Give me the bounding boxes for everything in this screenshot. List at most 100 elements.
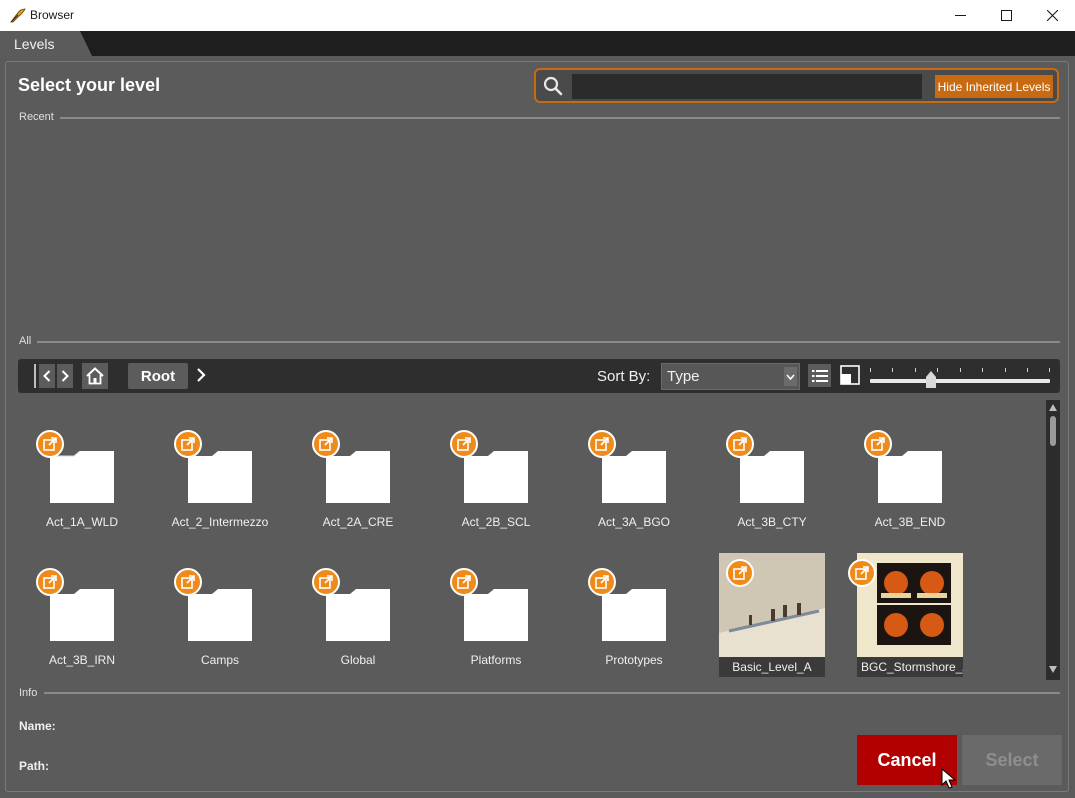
list-view-button[interactable]: [808, 364, 831, 387]
scrollbar-thumb[interactable]: [1050, 416, 1056, 446]
slider-track[interactable]: [870, 379, 1050, 383]
folder-icon: [188, 589, 252, 641]
sort-by-label: Sort By:: [597, 368, 651, 385]
nav-buttons: [34, 364, 73, 388]
home-icon: [86, 367, 104, 385]
folder-icon: [602, 451, 666, 503]
item-name: Act_3B_CTY: [737, 515, 807, 529]
scroll-down-icon[interactable]: [1049, 666, 1057, 673]
search-input[interactable]: [572, 74, 922, 99]
folder-icon: [50, 589, 114, 641]
chevron-right-icon[interactable]: [196, 367, 206, 383]
back-icon: [43, 370, 51, 382]
external-link-icon: [312, 430, 340, 458]
level-item[interactable]: BGC_Stormshore_A: [844, 553, 968, 683]
feather-icon: [10, 8, 26, 23]
folder-icon: [740, 451, 804, 503]
folder-item[interactable]: Prototypes: [572, 549, 696, 679]
external-link-icon: [726, 430, 754, 458]
page-title: Select your level: [18, 75, 161, 95]
sort-by-select[interactable]: Type: [661, 363, 800, 390]
all-divider: [37, 341, 1060, 343]
info-section-label: Info: [19, 687, 38, 699]
recent-list: [18, 124, 1060, 334]
back-button[interactable]: [39, 364, 55, 388]
folder-icon: [602, 589, 666, 641]
recent-divider: [60, 117, 1060, 119]
item-name: Act_2A_CRE: [322, 515, 394, 529]
folder-item[interactable]: Camps: [158, 549, 282, 679]
dropdown-button[interactable]: [784, 367, 797, 386]
folder-icon: [464, 589, 528, 641]
folder-item[interactable]: Act_3A_BGO: [572, 411, 696, 541]
info-path-label: Path:: [19, 759, 49, 773]
item-name: BGC_Stormshore_A: [857, 657, 963, 677]
browser-toolbar: Root Sort By: Type: [18, 359, 1060, 393]
all-section-label: All: [19, 335, 32, 347]
level-item[interactable]: Basic_Level_A: [706, 553, 830, 683]
thumbnail-size-icon[interactable]: [840, 365, 860, 385]
folder-item[interactable]: Global: [296, 549, 420, 679]
breadcrumb-root[interactable]: Root: [128, 363, 188, 389]
item-name: Act_1A_WLD: [45, 515, 119, 529]
hide-inherited-levels-button[interactable]: Hide Inherited Levels: [935, 75, 1053, 98]
maximize-button[interactable]: [983, 0, 1029, 31]
tab-levels[interactable]: Levels: [0, 31, 92, 56]
folder-item[interactable]: Act_2_Intermezzo: [158, 411, 282, 541]
tab-label: Levels: [14, 36, 55, 52]
external-link-icon: [848, 559, 876, 587]
item-name: Act_2_Intermezzo: [171, 515, 269, 529]
maximize-icon: [1000, 10, 1012, 21]
folder-item[interactable]: Act_3B_END: [848, 411, 972, 541]
external-link-icon: [174, 568, 202, 596]
item-name: Act_3B_IRN: [48, 653, 116, 667]
item-name: Global: [340, 653, 376, 667]
title-bar: Browser: [0, 0, 1075, 31]
forward-button[interactable]: [57, 364, 73, 388]
scroll-up-icon[interactable]: [1049, 404, 1057, 411]
folder-icon: [50, 451, 114, 503]
close-icon: [1046, 10, 1058, 21]
level-grid: Act_1A_WLD Act_2_Intermezzo Act_2A_CRE A…: [18, 400, 1044, 680]
external-link-icon: [450, 430, 478, 458]
slider-thumb[interactable]: [926, 371, 936, 388]
mouse-cursor-icon: [941, 768, 957, 789]
external-link-icon: [36, 568, 64, 596]
window-title: Browser: [30, 8, 75, 22]
item-name: Act_2B_SCL: [461, 515, 531, 529]
grid-scrollbar[interactable]: [1046, 400, 1060, 680]
select-button[interactable]: Select: [962, 735, 1062, 785]
recent-section-label: Recent: [19, 111, 54, 123]
info-divider: [44, 692, 1060, 694]
folder-icon: [464, 451, 528, 503]
folder-item[interactable]: Platforms: [434, 549, 558, 679]
external-link-icon: [726, 559, 754, 587]
external-link-icon: [312, 568, 340, 596]
folder-item[interactable]: Act_3B_CTY: [710, 411, 834, 541]
folder-item[interactable]: Act_2B_SCL: [434, 411, 558, 541]
list-view-icon: [811, 369, 828, 382]
external-link-icon: [588, 568, 616, 596]
folder-icon: [326, 451, 390, 503]
sort-by-value: Type: [667, 368, 700, 385]
home-button[interactable]: [82, 363, 108, 389]
close-button[interactable]: [1029, 0, 1075, 31]
external-link-icon: [864, 430, 892, 458]
search-icon: [543, 76, 563, 96]
item-name: Platforms: [470, 653, 522, 667]
folder-item[interactable]: Act_3B_IRN: [20, 549, 144, 679]
external-link-icon: [174, 430, 202, 458]
folder-icon: [326, 589, 390, 641]
minimize-button[interactable]: [937, 0, 983, 31]
folder-item[interactable]: Act_2A_CRE: [296, 411, 420, 541]
external-link-icon: [450, 568, 478, 596]
folder-icon: [188, 451, 252, 503]
thumbnail-size-slider[interactable]: [870, 368, 1050, 388]
item-name: Camps: [200, 653, 239, 667]
item-name: Act_3A_BGO: [597, 515, 671, 529]
external-link-icon: [588, 430, 616, 458]
item-name: Basic_Level_A: [719, 657, 825, 677]
folder-item[interactable]: Act_1A_WLD: [20, 411, 144, 541]
minimize-icon: [954, 15, 966, 16]
chevron-down-icon: [786, 373, 795, 380]
